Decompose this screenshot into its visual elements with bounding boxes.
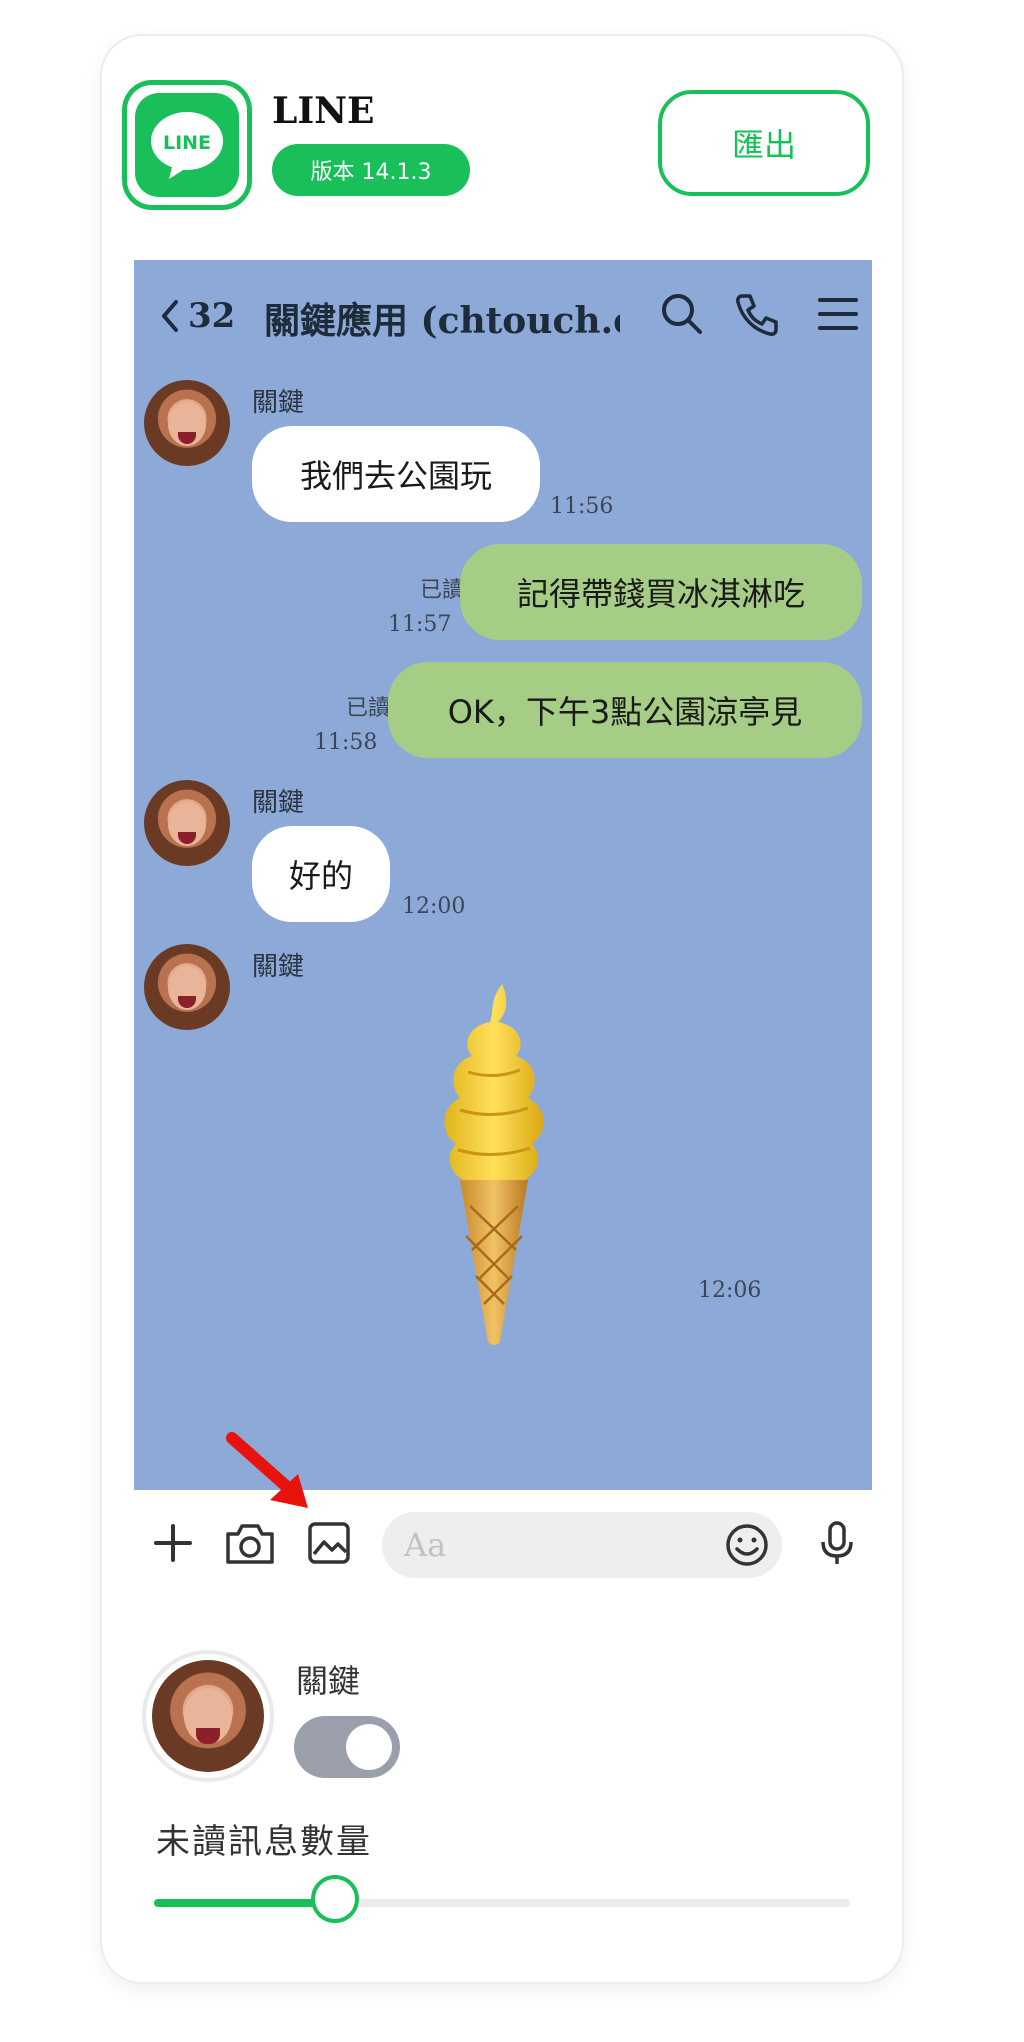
logo-text: LINE [163,132,211,154]
contact-avatar[interactable] [146,1654,270,1778]
phone-icon[interactable] [732,290,780,338]
unread-count: 32 [188,296,236,336]
ice-cream-cone-sticker[interactable] [424,980,564,1350]
contact-name: 關鍵 [296,1662,361,1700]
back-button[interactable]: 32 [158,294,235,338]
slider-thumb[interactable] [310,1875,359,1923]
search-icon[interactable] [658,290,706,338]
microphone-icon[interactable] [814,1520,860,1566]
message-bubble-out[interactable]: 記得帶錢買冰淇淋吃 [460,544,862,640]
red-arrow-pointer [226,1432,308,1508]
menu-icon[interactable] [814,290,862,338]
read-status: 已讀 [419,578,464,603]
chat-header: 32 關鍵應用 (chtouch.c [134,260,872,372]
contact-toggle[interactable] [294,1716,400,1778]
message-time: 12:00 [402,894,466,919]
message-time: 11:56 [550,494,614,519]
line-logo: LINE [122,80,252,210]
sender-name: 關鍵 [252,388,305,418]
sender-avatar[interactable] [144,380,230,466]
plus-icon[interactable] [150,1520,196,1566]
chevron-left-icon [162,300,178,332]
export-button[interactable]: 匯出 [658,90,870,196]
toggle-knob [346,1724,392,1770]
line-bubble-icon: LINE [151,112,223,179]
message-input[interactable] [382,1512,782,1578]
sender-name: 關鍵 [252,788,305,818]
sender-name: 關鍵 [252,952,305,982]
chat-title: 關鍵應用 (chtouch.c [264,300,620,342]
version-badge: 版本 14.1.3 [272,144,470,196]
image-icon[interactable] [306,1520,352,1566]
message-time: 11:57 [388,612,452,637]
slider-fill [154,1899,335,1907]
unread-count-slider[interactable] [154,1875,850,1923]
sender-avatar[interactable] [144,944,230,1030]
message-bubble-out[interactable]: OK，下午3點公園涼亭見 [388,662,862,758]
message-time: 12:06 [698,1278,762,1303]
message-time: 11:58 [314,730,378,755]
chat-window: 32 關鍵應用 (chtouch.c 關鍵 我們去公園玩 11:56 已讀 11… [134,260,872,1490]
app-name: LINE [272,90,375,132]
message-bubble-in[interactable]: 我們去公園玩 [252,426,540,522]
message-bubble-in[interactable]: 好的 [252,826,390,922]
read-status: 已讀 [345,696,390,721]
smiley-icon[interactable] [724,1522,770,1568]
camera-icon[interactable] [222,1520,278,1566]
unread-count-label: 未讀訊息數量 [156,1822,372,1862]
sender-avatar[interactable] [144,780,230,866]
